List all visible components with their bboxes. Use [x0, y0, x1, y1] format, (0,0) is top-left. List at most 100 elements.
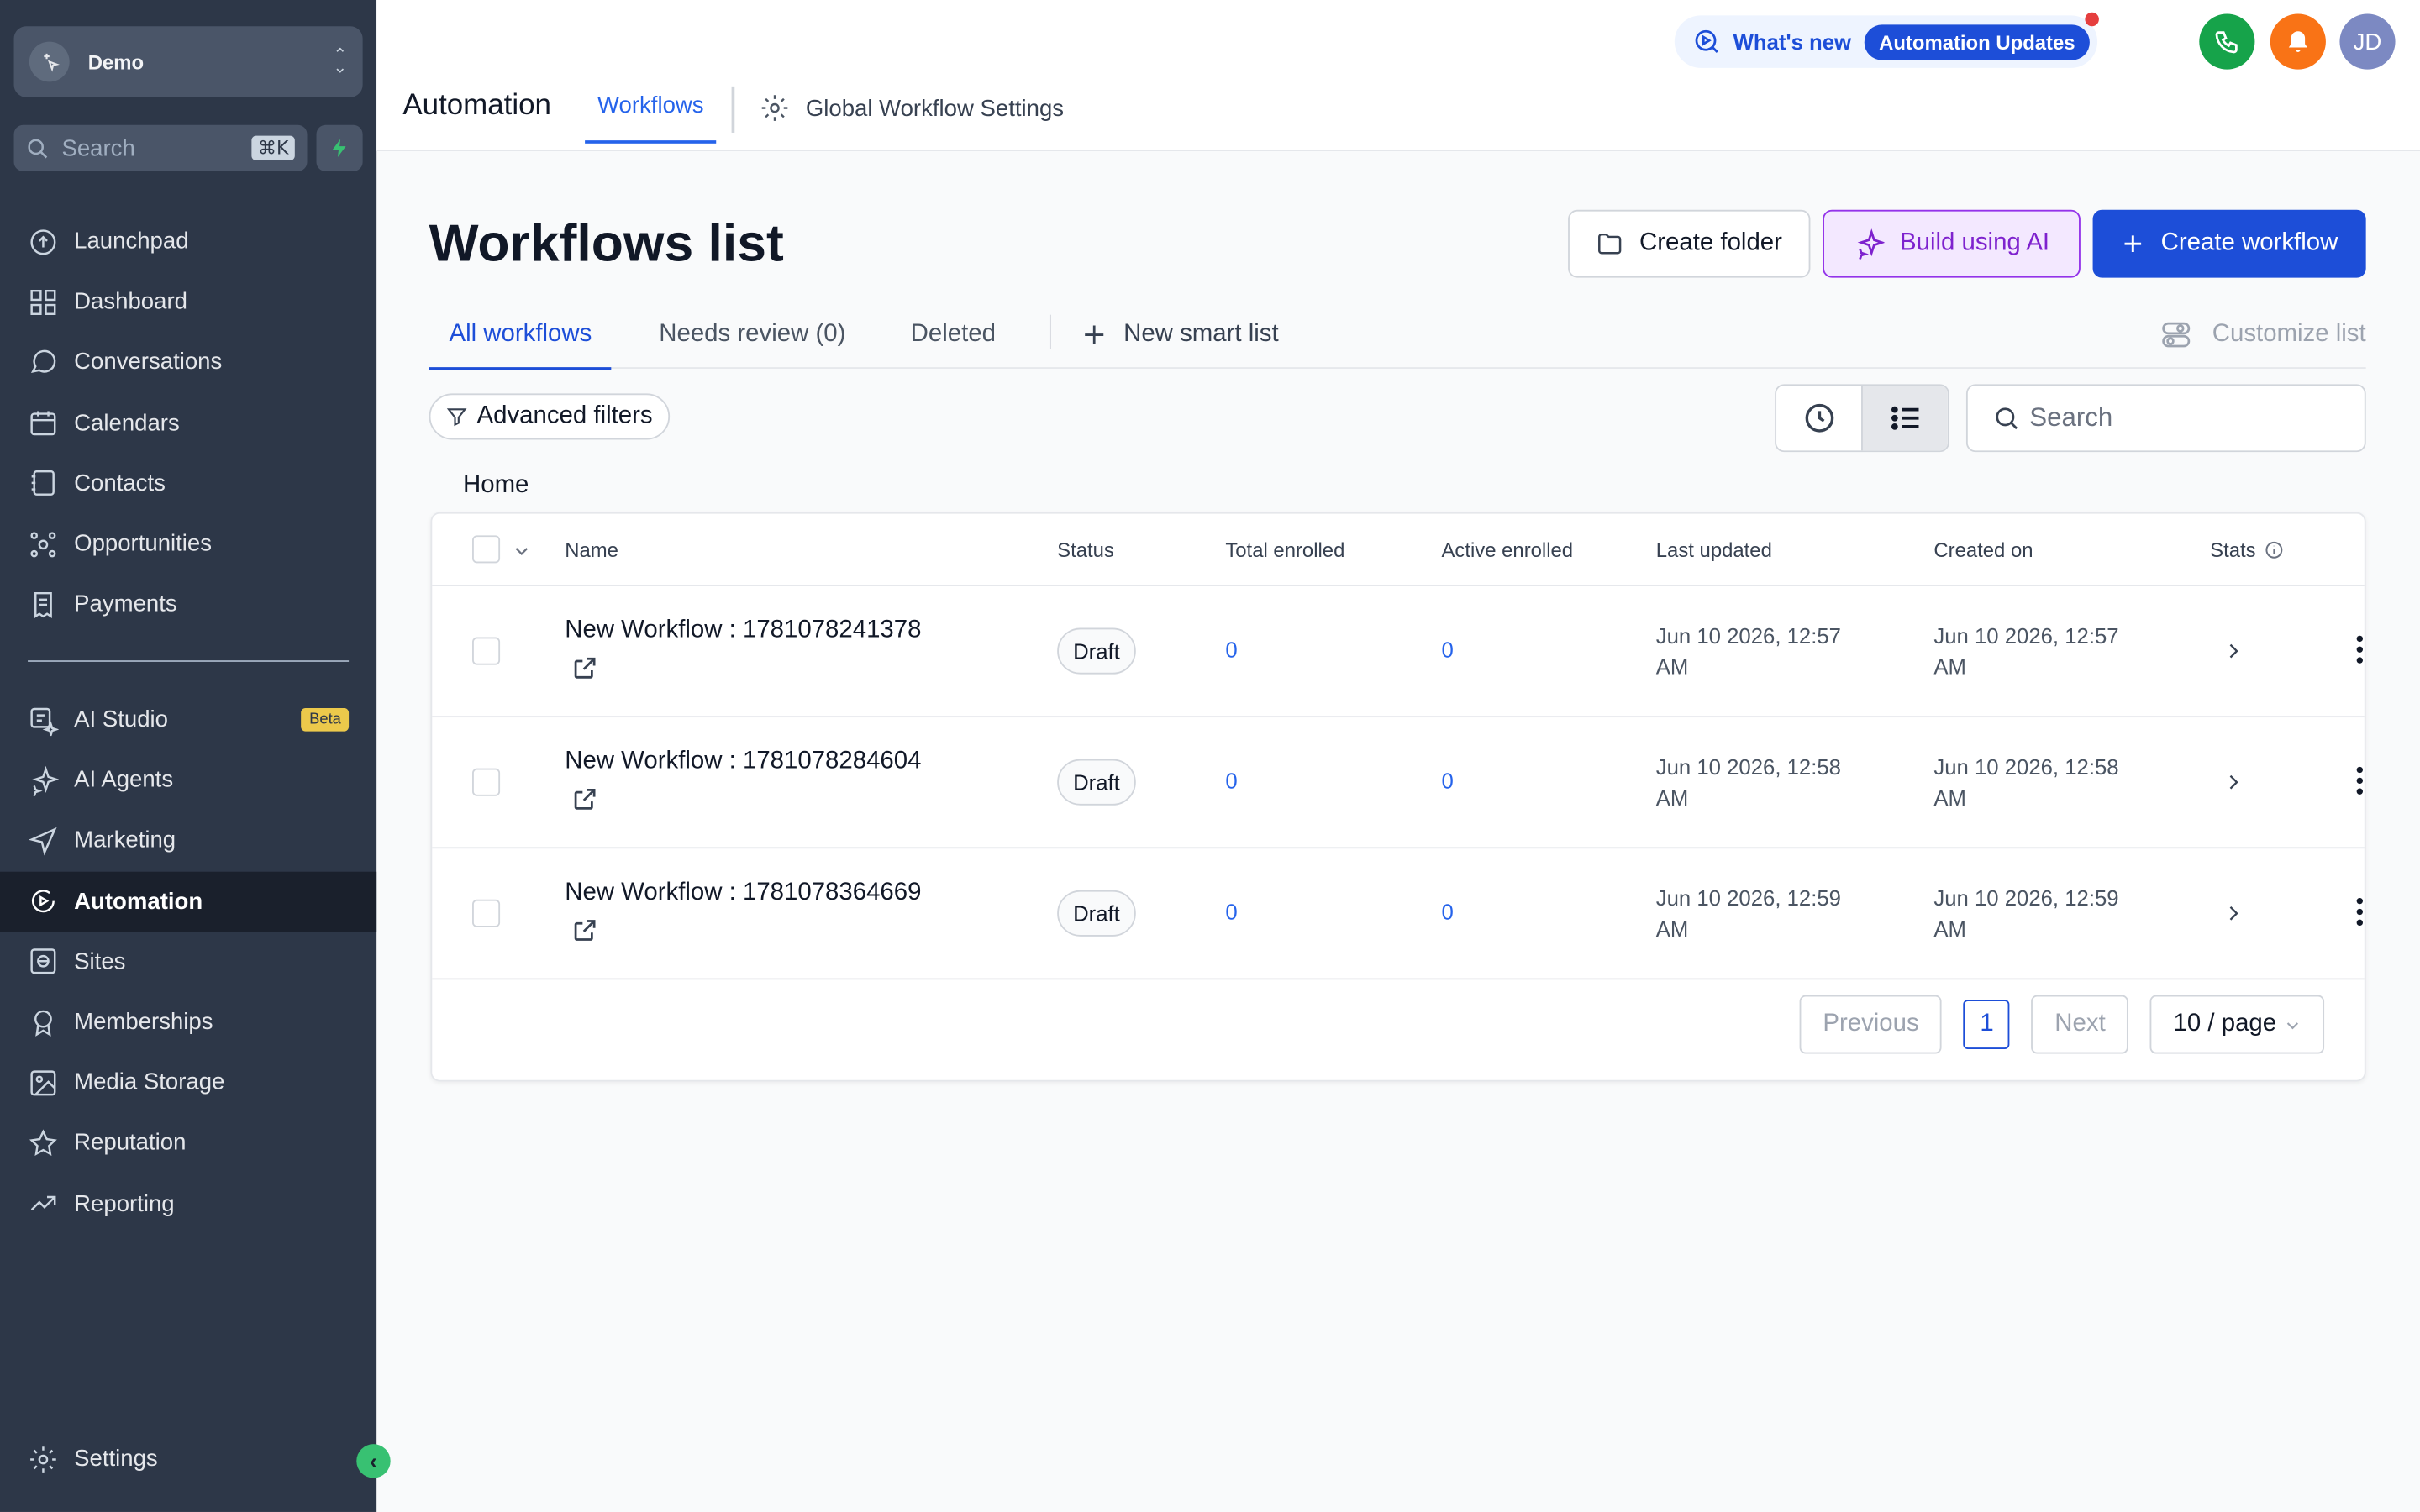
sidebar-item-conversations[interactable]: Conversations — [0, 333, 376, 393]
list-icon — [1891, 406, 1918, 430]
sidebar-item-sites[interactable]: Sites — [0, 932, 376, 992]
active-enrolled-value[interactable]: 0 — [1441, 769, 1453, 793]
search-input[interactable]: Search — [1965, 384, 2366, 453]
chevron-right-icon[interactable] — [2223, 638, 2244, 665]
sidebar-item-contacts[interactable]: Contacts — [0, 454, 376, 514]
created-on-ampm: AM — [1933, 785, 1966, 811]
total-enrolled-value[interactable]: 0 — [1225, 769, 1237, 793]
advanced-filters-button[interactable]: Advanced filters — [429, 393, 670, 440]
status-badge: Draft — [1057, 627, 1136, 675]
table-row[interactable]: New Workflow : 1781078241378 Draft 0 0 J… — [432, 586, 2366, 718]
sidebar-item-ai-studio[interactable]: AI Studio Beta — [0, 690, 376, 750]
tab-workflows[interactable]: Workflows — [585, 77, 717, 144]
tab-global-workflow-settings[interactable]: Global Workflow Settings — [760, 92, 1064, 123]
breadcrumb[interactable]: Home — [463, 472, 529, 500]
sidebar-item-ai-agents[interactable]: AI Agents — [0, 750, 376, 811]
search-icon — [1996, 407, 2018, 430]
sidebar-item-settings[interactable]: Settings — [0, 1429, 376, 1489]
external-link-icon[interactable] — [571, 785, 599, 813]
active-enrolled-value[interactable]: 0 — [1441, 900, 1453, 924]
create-workflow-button[interactable]: Create workflow — [2092, 209, 2366, 278]
chevron-right-icon[interactable] — [2223, 769, 2244, 796]
col-name[interactable]: Name — [565, 538, 618, 562]
workflow-name[interactable]: New Workflow : 1781078241378 — [565, 617, 921, 645]
row-checkbox[interactable] — [472, 637, 501, 665]
account-switcher[interactable]: Demo ⌃ ⌄ — [13, 26, 363, 97]
chevron-down-icon[interactable] — [513, 542, 531, 560]
tab-needs-review[interactable]: Needs review (0) — [659, 321, 845, 349]
tab-all-workflows[interactable]: All workflows — [429, 321, 613, 370]
external-link-icon[interactable] — [571, 916, 599, 944]
select-all-checkbox[interactable] — [472, 535, 501, 564]
app-title: Automation — [402, 89, 551, 123]
page-number-button[interactable]: 1 — [1963, 1000, 2011, 1049]
total-enrolled-value[interactable]: 0 — [1225, 900, 1237, 924]
last-updated-date: Jun 10 2026, 12:57 — [1655, 623, 1841, 648]
sidebar-item-calendars[interactable]: Calendars — [0, 393, 376, 454]
page-title: Workflows list — [429, 214, 784, 274]
bolt-icon — [332, 139, 346, 158]
previous-page-button[interactable]: Previous — [1799, 995, 1943, 1054]
sidebar-item-payments[interactable]: Payments — [0, 574, 376, 634]
sidebar-item-media-storage[interactable]: Media Storage — [0, 1053, 376, 1113]
page-size-select[interactable]: 10 / page — [2150, 995, 2325, 1054]
sidebar-search[interactable]: Search ⌘K — [13, 124, 308, 171]
col-status[interactable]: Status — [1057, 538, 1114, 562]
bell-icon — [2288, 31, 2307, 52]
more-options-icon[interactable] — [2354, 895, 2366, 928]
notifications-button[interactable] — [2270, 13, 2326, 70]
ai-studio-icon — [30, 706, 59, 736]
sidebar-item-marketing[interactable]: Marketing — [0, 811, 376, 871]
sidebar-item-label: Payments — [74, 591, 177, 618]
row-checkbox[interactable] — [472, 899, 501, 927]
tab-deleted[interactable]: Deleted — [911, 321, 996, 349]
sidebar-item-opportunities[interactable]: Opportunities — [0, 514, 376, 575]
col-stats[interactable]: Stats — [2210, 538, 2283, 562]
customize-list-button[interactable]: Customize list — [2160, 318, 2366, 351]
badge-icon — [34, 1009, 52, 1037]
quick-action-button[interactable] — [316, 124, 363, 171]
table-row[interactable]: New Workflow : 1781078284604 Draft 0 0 J… — [432, 717, 2366, 849]
phone-icon — [2215, 31, 2238, 54]
toggle-settings-icon — [2163, 322, 2191, 348]
table-row[interactable]: New Workflow : 1781078364669 Draft 0 0 J… — [432, 848, 2366, 980]
automation-updates-pill[interactable]: Automation Updates — [1865, 24, 2090, 60]
list-view-button[interactable] — [1861, 386, 1948, 451]
whats-new-banner[interactable]: What's new Automation Updates — [1674, 15, 2098, 68]
sidebar-item-memberships[interactable]: Memberships — [0, 992, 376, 1053]
tabs-divider — [1049, 314, 1051, 349]
last-updated-value: Jun 10 2026, 12:57 AM — [1656, 620, 1872, 681]
total-enrolled-value[interactable]: 0 — [1225, 638, 1237, 662]
sidebar-item-dashboard[interactable]: Dashboard — [0, 272, 376, 333]
workflow-name[interactable]: New Workflow : 1781078284604 — [565, 748, 921, 776]
col-created-on[interactable]: Created on — [1933, 538, 2033, 562]
col-last-updated[interactable]: Last updated — [1656, 538, 1772, 562]
last-updated-value: Jun 10 2026, 12:58 AM — [1656, 751, 1872, 812]
col-active-enrolled[interactable]: Active enrolled — [1441, 538, 1573, 562]
next-page-button[interactable]: Next — [2031, 995, 2129, 1054]
avatar[interactable]: JD — [2339, 13, 2396, 70]
col-total-enrolled[interactable]: Total enrolled — [1225, 538, 1344, 562]
filters-row: Advanced filters Search — [429, 384, 2366, 453]
history-view-button[interactable] — [1776, 386, 1861, 450]
sidebar-item-reporting[interactable]: Reporting — [0, 1173, 376, 1234]
send-icon — [28, 827, 57, 856]
active-enrolled-value[interactable]: 0 — [1441, 638, 1453, 662]
sidebar: Demo ⌃ ⌄ Search ⌘K Launchpad Dashboard Co… — [0, 0, 391, 1512]
workflow-name[interactable]: New Workflow : 1781078364669 — [565, 879, 921, 907]
sidebar-search-label: Search — [61, 134, 135, 161]
build-using-ai-button[interactable]: Build using AI — [1823, 209, 2081, 278]
phone-button[interactable] — [2199, 13, 2255, 70]
status-badge: Draft — [1057, 759, 1136, 806]
row-checkbox[interactable] — [472, 768, 501, 796]
sidebar-item-automation[interactable]: Automation — [0, 870, 377, 932]
new-smart-list-button[interactable]: New smart list — [1081, 321, 1279, 349]
sidebar-item-launchpad[interactable]: Launchpad — [0, 212, 376, 272]
col-stats-label: Stats — [2210, 538, 2256, 562]
more-options-icon[interactable] — [2354, 633, 2366, 666]
more-options-icon[interactable] — [2354, 764, 2366, 797]
chevron-right-icon[interactable] — [2223, 900, 2244, 927]
external-link-icon[interactable] — [571, 654, 599, 682]
create-folder-button[interactable]: Create folder — [1568, 209, 1811, 278]
sidebar-item-reputation[interactable]: Reputation — [0, 1113, 376, 1173]
